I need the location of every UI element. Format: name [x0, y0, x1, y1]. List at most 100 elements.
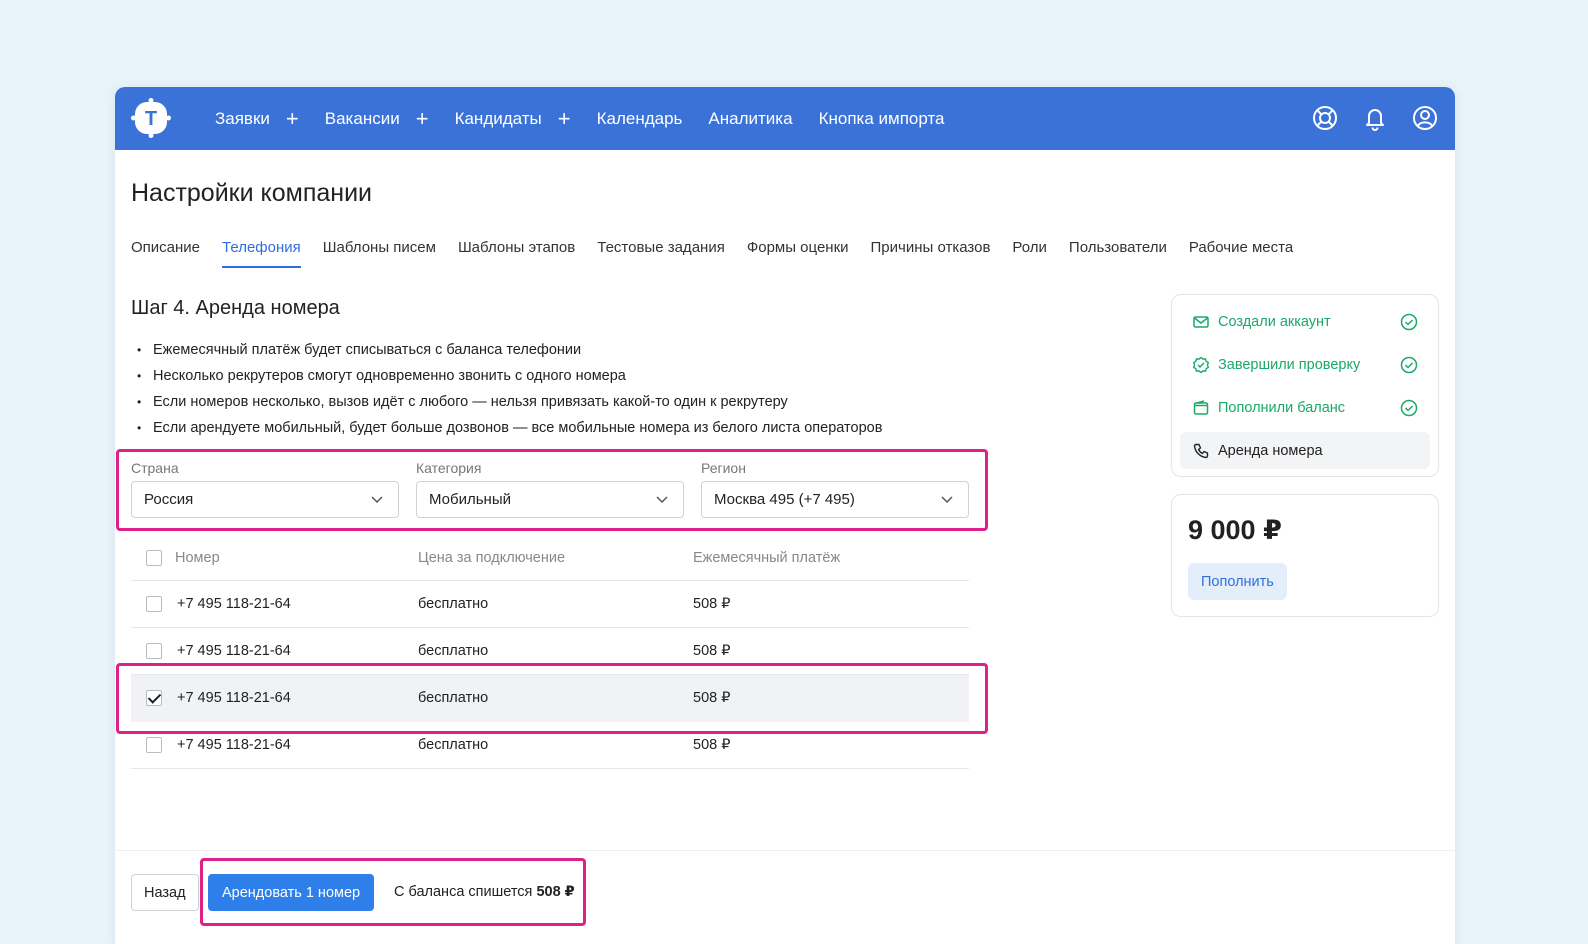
- category-select[interactable]: Мобильный: [416, 481, 684, 518]
- onboarding-step-label: Пополнили баланс: [1218, 399, 1346, 416]
- info-bullet: Если номеров несколько, вызов идёт с люб…: [137, 392, 882, 418]
- region-value: Москва 495 (+7 495): [714, 491, 855, 508]
- nav-item-label: Аналитика: [708, 108, 793, 128]
- tab-2[interactable]: Телефония: [222, 239, 301, 268]
- tab-7[interactable]: Причины отказов: [871, 239, 991, 267]
- step-info-list: Ежемесячный платёж будет списываться с б…: [137, 340, 882, 444]
- onboarding-step-label: Аренда номера: [1218, 442, 1323, 459]
- balance-amount: 9 000 ₽: [1188, 515, 1282, 545]
- footer-bar: Назад Арендовать 1 номер С баланса спише…: [115, 850, 1455, 944]
- category-label: Категория: [416, 460, 482, 476]
- numbers-table-header: Номер Цена за подключение Ежемесячный пл…: [131, 535, 969, 581]
- nav-menu: Заявки + Вакансии + Кандидаты + Календарь Анали…: [215, 87, 971, 150]
- country-select[interactable]: Россия: [131, 481, 399, 518]
- charge-amount: 508 ₽: [536, 884, 575, 900]
- tab-3[interactable]: Шаблоны писем: [323, 239, 436, 267]
- phone-number: +7 495 118-21-64: [177, 596, 291, 612]
- monthly-payment: 508 ₽: [693, 737, 731, 753]
- connection-price: бесплатно: [418, 690, 489, 706]
- region-select[interactable]: Москва 495 (+7 495): [701, 481, 969, 518]
- nav-item-4[interactable]: Календарь: [597, 109, 683, 129]
- phone-number: +7 495 118-21-64: [177, 643, 291, 659]
- onboarding-step-label: Завершили проверку: [1218, 356, 1361, 373]
- top-nav: T Заявки + Вакансии + Кандидаты + Календарь Ана…: [115, 87, 1455, 150]
- monthly-payment: 508 ₽: [693, 643, 731, 659]
- svg-text:T: T: [145, 108, 157, 130]
- column-price: Цена за подключение: [418, 550, 566, 566]
- onboarding-step: Создали аккаунт: [1180, 303, 1430, 340]
- plus-icon[interactable]: +: [286, 107, 299, 130]
- page-title: Настройки компании: [131, 179, 373, 207]
- tab-8[interactable]: Роли: [1012, 239, 1047, 267]
- nav-icons: [1289, 104, 1439, 132]
- info-bullet: Ежемесячный платёж будет списываться с б…: [137, 340, 882, 366]
- onboarding-step: Завершили проверку: [1180, 346, 1430, 383]
- table-row[interactable]: +7 495 118-21-64 бесплатно 508 ₽: [131, 581, 969, 628]
- connection-price: бесплатно: [418, 596, 489, 612]
- plus-icon[interactable]: +: [416, 107, 429, 130]
- nav-item-label: Заявки: [215, 108, 270, 128]
- bell-icon[interactable]: [1361, 104, 1389, 132]
- row-checkbox[interactable]: [146, 643, 162, 659]
- settings-tabs: Описание Телефония Шаблоны писем Шаблоны эт…: [131, 239, 1315, 268]
- step-title: Шаг 4. Аренда номера: [131, 297, 340, 319]
- phone-number: +7 495 118-21-64: [177, 737, 291, 753]
- phone-icon: [1193, 443, 1209, 458]
- plus-icon[interactable]: +: [558, 107, 571, 130]
- app-window: T Заявки + Вакансии + Кандидаты + Календарь Ана…: [115, 87, 1455, 944]
- info-bullet: Если арендуете мобильный, будет больше д…: [137, 418, 882, 444]
- tab-9[interactable]: Пользователи: [1069, 239, 1167, 267]
- logo[interactable]: T: [131, 98, 171, 138]
- mail-icon: [1193, 315, 1209, 328]
- country-label: Страна: [131, 460, 179, 476]
- info-bullet: Несколько рекрутеров смогут одновременно…: [137, 366, 882, 392]
- check-circle-icon: [1400, 313, 1418, 331]
- onboarding-step: Пополнили баланс: [1180, 389, 1430, 426]
- logo-icon: T: [131, 98, 171, 138]
- table-row[interactable]: +7 495 118-21-64 бесплатно 508 ₽: [131, 722, 969, 769]
- lifebuoy-icon[interactable]: [1311, 104, 1339, 132]
- nav-item-label: Кандидаты: [454, 108, 542, 128]
- nav-item-1[interactable]: Заявки +: [215, 107, 299, 130]
- check-circle-icon: [1400, 356, 1418, 374]
- tab-5[interactable]: Тестовые задания: [597, 239, 725, 267]
- nav-item-3[interactable]: Кандидаты +: [454, 107, 571, 130]
- wallet-icon: [1193, 399, 1209, 415]
- nav-item-6[interactable]: Кнопка импорта: [819, 109, 945, 129]
- onboarding-step: Аренда номера: [1180, 432, 1430, 469]
- row-checkbox[interactable]: [146, 596, 162, 612]
- connection-price: бесплатно: [418, 643, 489, 659]
- onboarding-step-label: Создали аккаунт: [1218, 313, 1331, 330]
- check-circle-icon: [1400, 399, 1418, 417]
- connection-price: бесплатно: [418, 737, 489, 753]
- table-row[interactable]: +7 495 118-21-64 бесплатно 508 ₽: [131, 628, 969, 675]
- tab-10[interactable]: Рабочие места: [1189, 239, 1293, 267]
- rent-number-button[interactable]: Арендовать 1 номер: [208, 874, 375, 911]
- country-value: Россия: [144, 491, 194, 508]
- region-label: Регион: [701, 460, 746, 476]
- nav-item-label: Вакансии: [324, 108, 400, 128]
- verified-badge-icon: [1192, 356, 1210, 373]
- row-checkbox[interactable]: [146, 690, 162, 706]
- tab-6[interactable]: Формы оценки: [747, 239, 849, 267]
- balance-card: 9 000 ₽ Пополнить: [1171, 494, 1439, 617]
- nav-item-label: Календарь: [596, 108, 683, 128]
- charge-note: С баланса спишется 508 ₽: [394, 884, 575, 900]
- nav-item-5[interactable]: Аналитика: [708, 109, 792, 129]
- phone-number: +7 495 118-21-64: [177, 690, 291, 706]
- topup-button[interactable]: Пополнить: [1188, 563, 1287, 600]
- category-value: Мобильный: [429, 491, 511, 508]
- select-all-checkbox[interactable]: [146, 550, 162, 566]
- column-monthly: Ежемесячный платёж: [693, 550, 841, 566]
- tab-4[interactable]: Шаблоны этапов: [458, 239, 575, 267]
- monthly-payment: 508 ₽: [693, 690, 731, 706]
- chevron-down-icon: [941, 496, 953, 504]
- nav-item-2[interactable]: Вакансии +: [324, 107, 429, 130]
- table-row[interactable]: +7 495 118-21-64 бесплатно 508 ₽: [131, 675, 969, 722]
- monthly-payment: 508 ₽: [693, 596, 731, 612]
- column-number: Номер: [175, 550, 220, 566]
- back-button[interactable]: Назад: [131, 874, 199, 911]
- user-icon[interactable]: [1411, 104, 1439, 132]
- tab-1[interactable]: Описание: [131, 239, 200, 267]
- row-checkbox[interactable]: [146, 737, 162, 753]
